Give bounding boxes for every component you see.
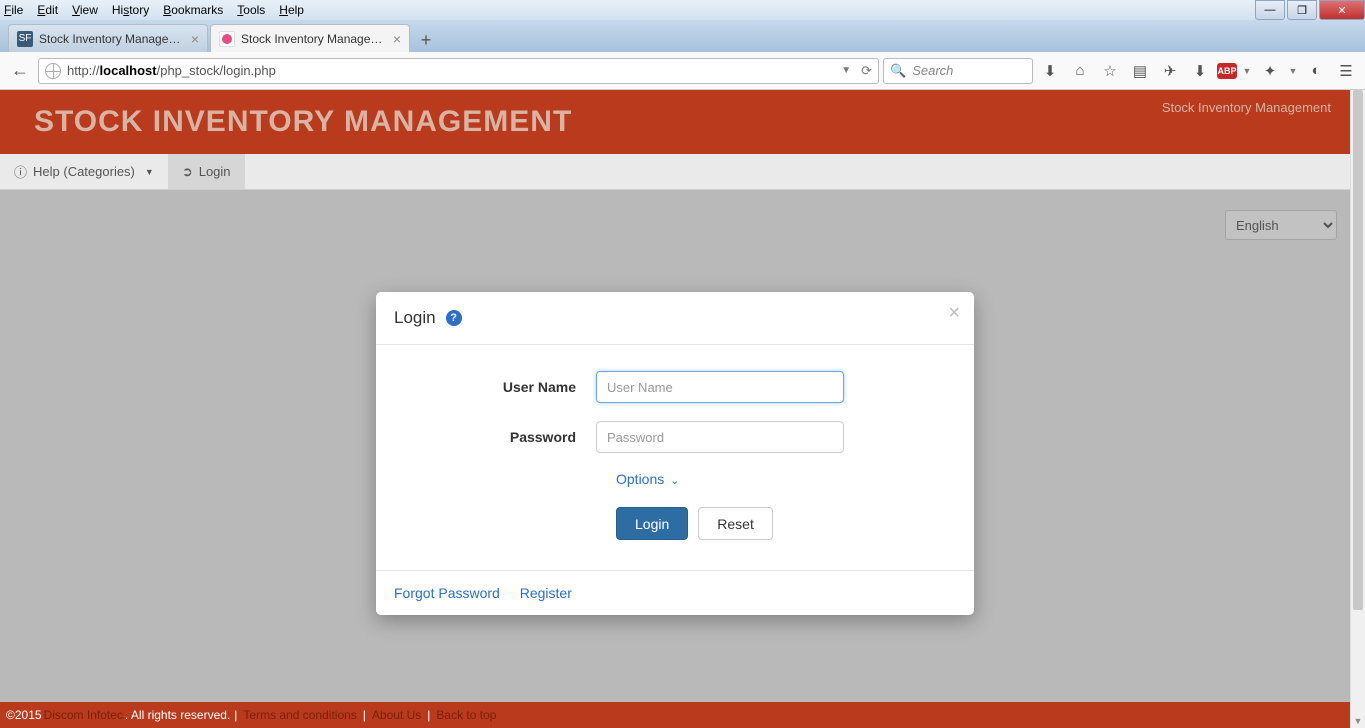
abp-dropdown-icon[interactable]: ▼ (1241, 58, 1253, 84)
tab-close-icon[interactable]: × (393, 31, 401, 47)
password-row: Password (416, 421, 934, 453)
menu-tools[interactable]: Tools (237, 3, 265, 17)
login-button[interactable]: Login (616, 507, 688, 540)
nav-label: Help (Categories) (33, 164, 135, 179)
nav-login[interactable]: ➲ Login (168, 154, 245, 189)
info-icon: ⓘ (14, 162, 27, 181)
bookmark-star-icon[interactable]: ☆ (1097, 58, 1123, 84)
globe-icon (45, 63, 61, 79)
tab-label: Stock Inventory Managem... (39, 32, 185, 46)
url-bar[interactable]: http://localhost/php_stock/login.php ▼ ⟳ (38, 58, 879, 84)
footer-terms-link[interactable]: Terms and conditions (243, 708, 356, 722)
footer-rights: . All rights reserved. (125, 708, 230, 722)
modal-footer: Forgot Password Register (376, 570, 974, 615)
login-modal: Login ? × User Name Password Options ⌄ (376, 292, 974, 615)
footer-company-link[interactable]: Discom Infotec (44, 708, 123, 722)
menu-edit[interactable]: Edit (37, 3, 58, 17)
reset-button[interactable]: Reset (698, 507, 773, 540)
download-box-icon[interactable]: ⬇ (1187, 58, 1213, 84)
send-icon[interactable]: ✈ (1157, 58, 1183, 84)
scrollbar[interactable]: ▲ ▼ (1350, 90, 1365, 728)
new-tab-button[interactable]: + (412, 28, 440, 52)
chevron-down-icon: ⌄ (670, 475, 679, 487)
close-window-button[interactable]: ✕ (1319, 0, 1365, 20)
hamburger-menu-icon[interactable]: ☰ (1333, 58, 1359, 84)
search-icon: 🔍 (890, 63, 906, 79)
login-arrow-icon: ➲ (182, 164, 193, 180)
tab-close-icon[interactable]: × (191, 31, 199, 47)
site-header: STOCK INVENTORY MANAGEMENT Stock Invento… (0, 90, 1365, 154)
menu-bookmarks[interactable]: Bookmarks (163, 3, 223, 17)
caret-down-icon: ▼ (145, 167, 154, 177)
sync-icon[interactable]: ◐ (1303, 58, 1329, 84)
username-input[interactable] (596, 371, 844, 403)
password-input[interactable] (596, 421, 844, 453)
url-text: http://localhost/php_stock/login.php (67, 63, 837, 78)
window-controls: — ❐ ✕ (1253, 0, 1365, 20)
options-row: Options ⌄ (616, 471, 934, 489)
scroll-thumb[interactable] (1353, 90, 1363, 610)
abp-icon[interactable]: ABP (1217, 63, 1237, 79)
site-title: STOCK INVENTORY MANAGEMENT (34, 105, 572, 139)
back-button[interactable]: ← (6, 57, 34, 85)
footer-copyright: ©2015 (6, 708, 42, 722)
forgot-password-link[interactable]: Forgot Password (394, 585, 500, 601)
addon-icon[interactable]: ✦ (1257, 58, 1283, 84)
register-link[interactable]: Register (520, 585, 572, 601)
content-area: English Login ? × User Name Password (0, 190, 1365, 728)
page-content: STOCK INVENTORY MANAGEMENT Stock Invento… (0, 90, 1365, 728)
modal-body: User Name Password Options ⌄ Login Reset (376, 345, 974, 570)
browser-tab-active[interactable]: Stock Inventory Managem... × (210, 24, 410, 52)
home-icon[interactable]: ⌂ (1067, 58, 1093, 84)
footer-backtotop-link[interactable]: Back to top (436, 708, 496, 722)
reading-list-icon[interactable]: ▤ (1127, 58, 1153, 84)
username-label: User Name (416, 379, 596, 395)
site-nav: ⓘ Help (Categories) ▼ ➲ Login (0, 154, 1365, 190)
help-icon[interactable]: ? (446, 310, 462, 326)
modal-title: Login (394, 308, 436, 328)
browser-toolbar: ← http://localhost/php_stock/login.php ▼… (0, 52, 1365, 90)
menu-file[interactable]: File (4, 3, 23, 17)
url-dropdown-icon[interactable]: ▼ (841, 65, 851, 76)
site-subtitle: Stock Inventory Management (1162, 100, 1331, 115)
password-label: Password (416, 429, 596, 445)
reload-icon[interactable]: ⟳ (861, 63, 872, 79)
options-toggle[interactable]: Options ⌄ (616, 471, 679, 487)
nav-label: Login (199, 164, 231, 179)
tab-label: Stock Inventory Managem... (241, 32, 387, 46)
search-placeholder: Search (912, 63, 953, 78)
maximize-button[interactable]: ❐ (1287, 0, 1317, 20)
favicon-icon: SF (17, 31, 33, 47)
button-row: Login Reset (616, 507, 934, 540)
page-footer: ©2015 Discom Infotec . All rights reserv… (0, 702, 1365, 728)
favicon-icon (219, 31, 235, 47)
minimize-button[interactable]: — (1255, 0, 1285, 20)
downloads-icon[interactable]: ⬇ (1037, 58, 1063, 84)
browser-tab[interactable]: SF Stock Inventory Managem... × (8, 24, 208, 52)
username-row: User Name (416, 371, 934, 403)
addon-dropdown-icon[interactable]: ▼ (1287, 58, 1299, 84)
menu-view[interactable]: View (72, 3, 98, 17)
browser-tabstrip: SF Stock Inventory Managem... × Stock In… (0, 20, 1365, 52)
scroll-down-icon[interactable]: ▼ (1351, 713, 1365, 728)
modal-header: Login ? × (376, 292, 974, 345)
search-bar[interactable]: 🔍 Search (883, 58, 1033, 84)
menu-history[interactable]: History (112, 3, 149, 17)
menu-help[interactable]: Help (279, 3, 304, 17)
footer-about-link[interactable]: About Us (372, 708, 421, 722)
modal-close-icon[interactable]: × (948, 302, 960, 325)
browser-menubar: File Edit View History Bookmarks Tools H… (0, 0, 1365, 20)
nav-help-categories[interactable]: ⓘ Help (Categories) ▼ (0, 154, 168, 189)
